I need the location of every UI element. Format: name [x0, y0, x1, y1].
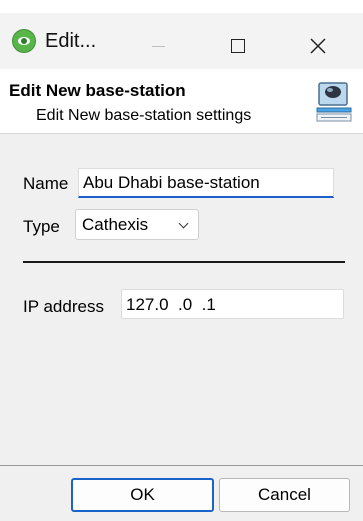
maximize-icon [231, 39, 245, 53]
close-button[interactable] [294, 26, 342, 66]
header-title: Edit New base-station [9, 81, 186, 100]
minimize-icon [151, 45, 165, 47]
edit-dialog: Edit... Edit New base-station Edit New b… [0, 0, 363, 521]
chevron-down-icon [178, 218, 189, 229]
header-subtitle: Edit New base-station settings [36, 107, 252, 124]
ip-address-label: IP address [23, 297, 104, 316]
ok-button[interactable]: OK [71, 478, 214, 512]
type-select[interactable]: Cathexis [75, 209, 199, 240]
title-bar[interactable]: Edit... [0, 13, 363, 69]
name-label: Name [23, 174, 69, 193]
ip-address-input[interactable]: 127.0 .0 .1 [121, 289, 344, 319]
cancel-button[interactable]: Cancel [219, 478, 350, 512]
type-selected-value: Cathexis [82, 214, 149, 234]
top-strip [0, 0, 363, 13]
type-label: Type [23, 217, 60, 236]
cathexis-eye-icon [12, 29, 36, 53]
footer-separator [0, 465, 363, 466]
close-icon [310, 38, 326, 54]
maximize-button[interactable] [214, 26, 262, 66]
minimize-button[interactable] [134, 26, 182, 66]
section-divider [23, 261, 345, 263]
name-input[interactable] [78, 168, 334, 198]
computer-monitor-icon [316, 82, 352, 122]
dialog-header: Edit New base-station Edit New base-stat… [0, 69, 363, 133]
window-title: Edit... [45, 30, 97, 52]
header-separator [0, 133, 363, 134]
